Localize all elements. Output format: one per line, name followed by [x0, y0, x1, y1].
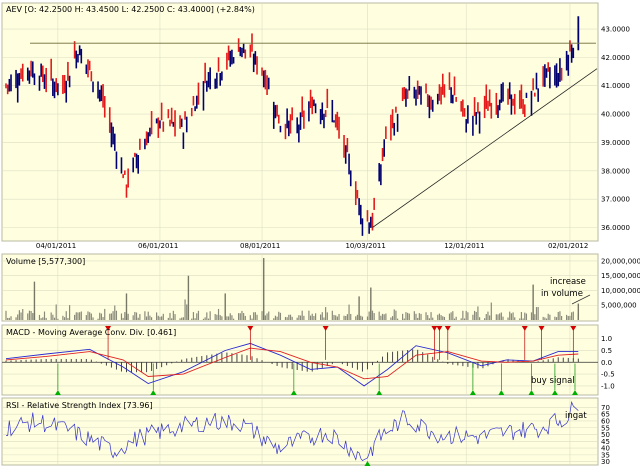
price-x-tick-label: 10/03/2011	[345, 242, 385, 250]
price-x-tick-label: 12/01/2011	[444, 242, 484, 250]
rsi-y-ticks: 303540455055606570	[601, 404, 610, 466]
macd-annotation: buy signal	[531, 376, 575, 386]
volume-y-tick-label: 15,000,000	[601, 272, 640, 280]
stock-chart: AEV [O: 42.2500 H: 43.4500 L: 42.2500 C:…	[1, 2, 640, 466]
volume-annotation-line1: increase	[550, 277, 586, 287]
volume-panel: Volume [5,577,300] increase in volume 5,…	[1, 253, 640, 322]
rsi-title: RSI - Relative Strength Index [73.96]	[6, 401, 153, 410]
price-x-tick-label: 02/01/2012	[548, 242, 588, 250]
volume-y-tick-label: 10,000,000	[601, 287, 640, 295]
macd-y-ticks: -1.0 -0.5 0.0 0.5 1.0	[601, 335, 615, 390]
price-y-tick-label: 40.0000	[601, 111, 630, 119]
volume-title: Volume [5,577,300]	[6, 257, 85, 266]
price-y-tick-label: 36.0000	[601, 224, 630, 232]
volume-y-ticks: 5,000,000 10,000,000 15,000,000 20,000,000	[601, 257, 640, 309]
macd-title: MACD - Moving Average Conv. Div. [0.461]	[6, 328, 176, 337]
price-x-tick-label: 06/01/2011	[138, 242, 178, 250]
macd-y-tick-label: 0.0	[601, 359, 612, 367]
macd-y-tick-label: 1.0	[601, 335, 612, 343]
price-y-ticks: 36.0000 37.0000 38.0000 39.0000 40.0000 41.00…	[601, 26, 630, 232]
volume-panel-bg	[1, 253, 599, 322]
macd-y-tick-label: -1.0	[601, 382, 615, 390]
macd-panel: MACD - Moving Average Conv. Div. [0.461]…	[1, 324, 615, 396]
rsi-y-tick-label: 70	[601, 404, 610, 412]
macd-y-tick-label: 0.5	[601, 347, 612, 355]
price-x-ticks: 04/01/2011 06/01/2011 08/01/2011 10/03/2011…	[36, 242, 588, 250]
volume-y-tick-label: 20,000,000	[601, 257, 640, 265]
price-y-tick-label: 42.0000	[601, 54, 630, 62]
price-x-tick-label: 08/01/2011	[240, 242, 280, 250]
price-y-tick-label: 37.0000	[601, 196, 630, 204]
volume-y-tick-label: 5,000,000	[601, 302, 637, 310]
rsi-annotation: ingat	[565, 411, 587, 421]
price-y-tick-label: 43.0000	[601, 26, 630, 34]
macd-y-tick-label: -0.5	[601, 371, 615, 379]
price-y-tick-label: 38.0000	[601, 167, 630, 175]
price-y-tick-label: 39.0000	[601, 139, 630, 147]
rsi-panel: RSI - Relative Strength Index [73.96] in…	[1, 397, 610, 466]
volume-annotation-line2: in volume	[541, 289, 583, 299]
price-y-tick-label: 41.0000	[601, 82, 630, 90]
price-panel: AEV [O: 42.2500 H: 43.4500 L: 42.2500 C:…	[1, 2, 630, 250]
price-x-tick-label: 04/01/2011	[36, 242, 76, 250]
price-title: AEV [O: 42.2500 H: 43.4500 L: 42.2500 C:…	[6, 5, 255, 14]
